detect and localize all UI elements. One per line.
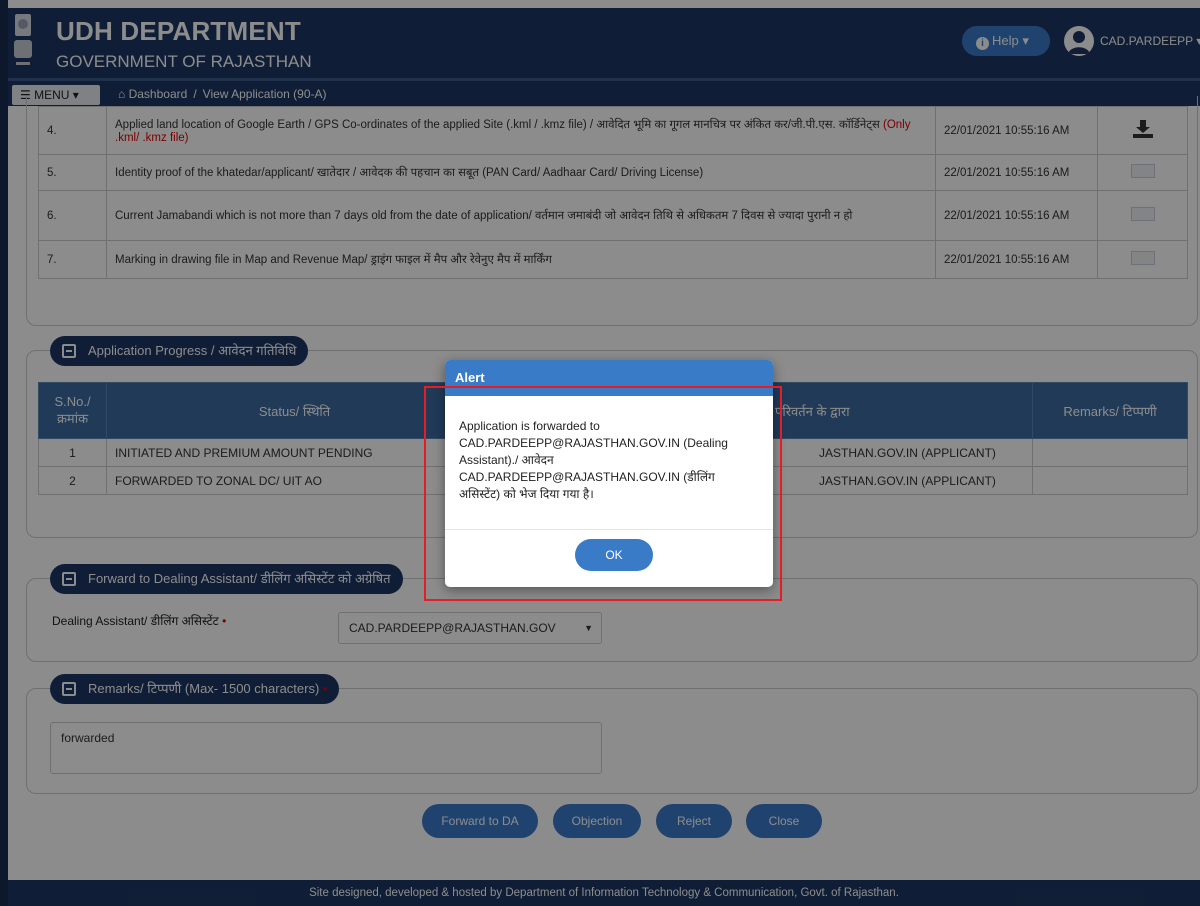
highlight-box — [424, 386, 782, 601]
